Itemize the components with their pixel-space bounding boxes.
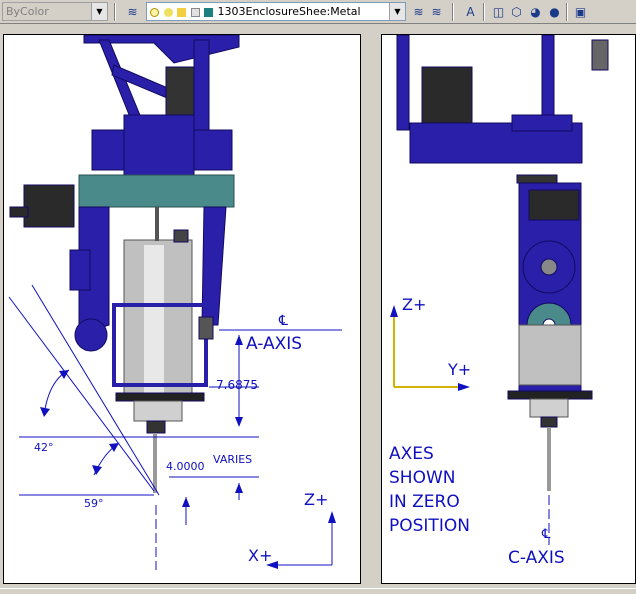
status-bar [0,588,636,594]
toolbar-separator [566,3,568,21]
lightbulb-icon [150,7,159,17]
a-axis-label: A-AXIS [246,334,302,354]
chevron-down-icon[interactable]: ▼ [389,3,405,20]
angle-top: 42° [34,441,54,454]
plot-icon [190,7,200,17]
dimension-varies: VARIES [213,453,252,466]
note-line-2: SHOWN [389,468,455,488]
z-axis-label: Z+ [402,295,426,314]
color-combo-value: ByColor [6,5,49,18]
make-layer-current-icon[interactable]: ≋ [410,3,427,20]
shade-icon[interactable]: ◕ [527,3,544,20]
dimension-upper: 7.6875 [216,378,258,392]
c-axis-label: C-AXIS [508,548,565,568]
properties-toolbar: ByColor ▼ ≋ 1303EnclosureShee:Metal ▼ ≋ … [0,0,636,24]
front-view-drawing: ℄ A-AXIS 7.6875 4.0000 VARIES 42° 59° Z+… [8,35,342,570]
y-axis-label: Y+ [447,360,471,379]
render-sphere-icon[interactable]: ● [546,3,563,20]
angle-bottom: 59° [84,497,104,510]
note-line-3: IN ZERO [389,492,460,512]
layer-color-swatch [204,7,213,17]
note-line-4: POSITION [389,516,470,536]
lock-icon [177,7,186,17]
machine-head-side [396,35,609,491]
chevron-down-icon[interactable]: ▼ [91,3,107,20]
dimension-lower: 4.0000 [166,460,205,473]
z-axis-label: Z+ [304,490,328,509]
left-viewport[interactable]: ℄ A-AXIS 7.6875 4.0000 VARIES 42° 59° Z+… [3,34,361,584]
right-viewport[interactable]: Z+ Y+ AXES SHOWN IN ZERO POSITION ℄ C-AX… [381,34,636,584]
display-properties-icon[interactable]: ▣ [572,3,589,20]
layer-combo[interactable]: 1303EnclosureShee:Metal ▼ [146,2,406,21]
side-view-drawing: Z+ Y+ AXES SHOWN IN ZERO POSITION ℄ C-AX… [389,35,609,568]
box-icon[interactable]: ⬡ [508,3,525,20]
toolbar-separator [452,3,454,21]
toolbar-separator [114,3,116,21]
x-axis-label: X+ [248,546,272,565]
view-cube-icon[interactable]: ◫ [490,3,507,20]
text-style-icon[interactable]: A [462,3,479,20]
layer-previous-icon[interactable]: ≋ [428,3,445,20]
machine-head-front [9,35,240,493]
toolbar-separator [483,3,485,21]
note-line-1: AXES [389,444,434,464]
layer-properties-icon[interactable]: ≋ [124,3,141,20]
centerline-symbol: ℄ [541,527,551,542]
layer-combo-value: 1303EnclosureShee:Metal [217,5,361,18]
color-combo[interactable]: ByColor ▼ [2,2,108,21]
centerline-symbol: ℄ [278,313,288,329]
sun-icon [163,7,173,17]
